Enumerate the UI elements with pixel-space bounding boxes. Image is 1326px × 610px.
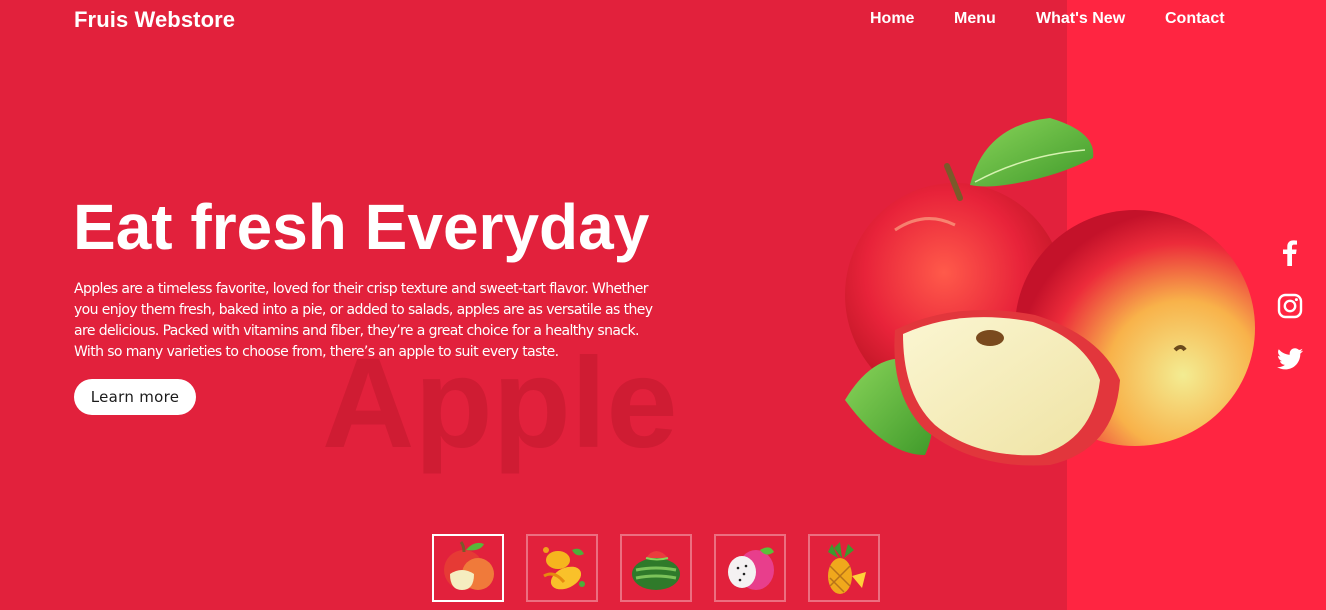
mango-thumbnail-icon: [543, 547, 585, 590]
nav-contact-link[interactable]: Contact: [1165, 10, 1225, 28]
pineapple-thumbnail-icon: [828, 542, 866, 594]
twitter-icon[interactable]: [1275, 344, 1305, 374]
apples-image: [845, 118, 1255, 466]
nav-home-link[interactable]: Home: [870, 10, 914, 28]
apple-thumbnail-icon: [444, 541, 494, 590]
learn-more-button[interactable]: Learn more: [74, 379, 196, 415]
thumbnail-pineapple[interactable]: [808, 534, 880, 602]
nav-menu-link[interactable]: Menu: [954, 10, 996, 28]
dragonfruit-thumbnail-icon: [728, 547, 774, 590]
thumbnail-dragonfruit[interactable]: [714, 534, 786, 602]
watermelon-thumbnail-icon: [632, 551, 680, 590]
thumbnail-apple[interactable]: [432, 534, 504, 602]
hero-headline: Eat fresh Everyday: [73, 191, 650, 263]
instagram-icon[interactable]: [1275, 291, 1305, 321]
hero-description: Apples are a timeless favorite, loved fo…: [74, 281, 653, 360]
thumbnail-watermelon[interactable]: [620, 534, 692, 602]
facebook-icon[interactable]: [1275, 238, 1305, 268]
nav-whats-new-link[interactable]: What's New: [1036, 10, 1125, 28]
main-nav: Home Menu What's New Contact: [0, 10, 1326, 30]
thumbnail-mango[interactable]: [526, 534, 598, 602]
